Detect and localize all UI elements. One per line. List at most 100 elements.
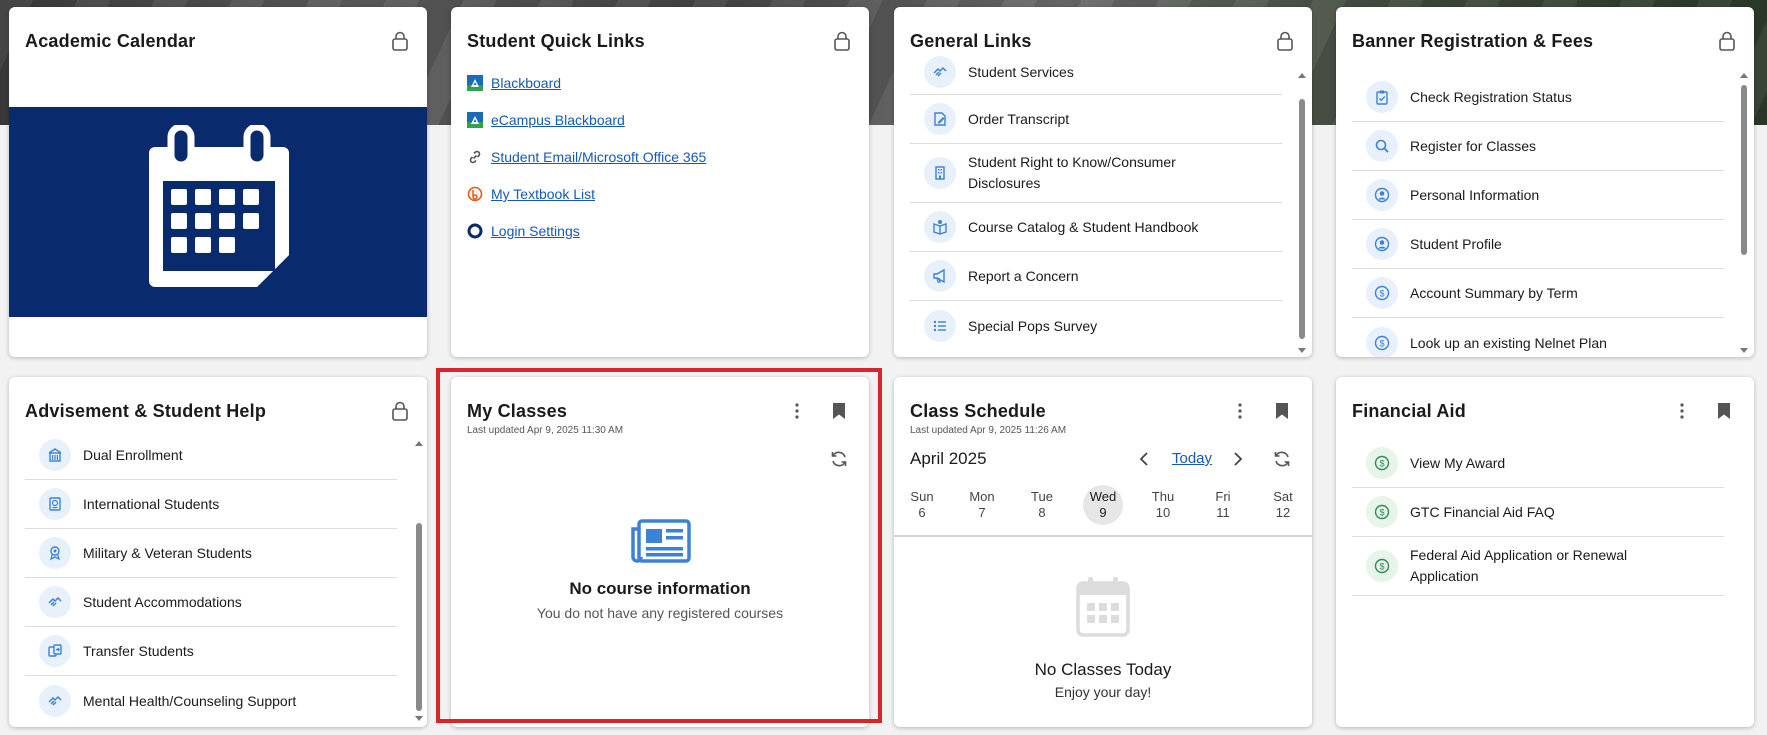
edit-document-icon xyxy=(924,103,956,135)
card-title: Banner Registration & Fees xyxy=(1352,31,1594,51)
calendar-icon xyxy=(149,125,289,287)
dollar-circle-icon: $ xyxy=(1366,326,1398,357)
day-wed[interactable]: Wed 9 xyxy=(1083,489,1123,521)
list-item-right-to-know[interactable]: Student Right to Know/Consumer Disclosure… xyxy=(910,144,1282,203)
refresh-icon xyxy=(831,451,847,467)
scrollbar-thumb[interactable] xyxy=(1299,99,1305,339)
day-thu[interactable]: Thu 10 xyxy=(1143,489,1183,521)
refresh-button[interactable] xyxy=(1272,449,1292,469)
today-link[interactable]: Today xyxy=(1172,450,1212,467)
quick-link-label[interactable]: My Textbook List xyxy=(491,186,595,202)
bookmark-button[interactable] xyxy=(1714,401,1734,421)
bookmark-icon xyxy=(833,403,845,419)
list-item-label: Report a Concern xyxy=(968,268,1079,284)
list-item-student-services[interactable]: Student Services xyxy=(910,49,1282,95)
lock-icon xyxy=(392,31,408,51)
list-item-check-registration[interactable]: Check Registration Status xyxy=(1352,73,1724,122)
school-icon xyxy=(39,439,71,471)
list-item-federal-aid-application[interactable]: $ Federal Aid Application or Renewal Appl… xyxy=(1352,537,1724,596)
list-item-account-summary[interactable]: $ Account Summary by Term xyxy=(1352,269,1724,318)
list-item-label: Account Summary by Term xyxy=(1410,285,1578,301)
empty-state-text: Enjoy your day! xyxy=(1054,684,1152,700)
scrollbar-thumb[interactable] xyxy=(416,523,422,711)
list-item-student-profile[interactable]: Student Profile xyxy=(1352,220,1724,269)
bookmark-button[interactable] xyxy=(1272,401,1292,421)
list-item-nelnet-plan[interactable]: $ Look up an existing Nelnet Plan xyxy=(1352,318,1724,357)
svg-text:$: $ xyxy=(1379,289,1384,299)
list-item-label: Student Right to Know/Consumer Disclosure… xyxy=(968,152,1176,194)
scrollbar-thumb[interactable] xyxy=(1741,85,1747,255)
list-item-label: International Students xyxy=(83,496,220,512)
day-sat[interactable]: Sat 12 xyxy=(1263,489,1303,521)
day-tue[interactable]: Tue 8 xyxy=(1022,489,1062,521)
last-updated: Last updated Apr 9, 2025 11:30 AM xyxy=(467,425,624,436)
scroll-down-icon[interactable] xyxy=(1297,347,1307,355)
quick-link-login-settings[interactable]: Login Settings xyxy=(467,223,580,239)
quick-link-student-email[interactable]: Student Email/Microsoft Office 365 xyxy=(467,149,706,165)
book-icon xyxy=(924,211,956,243)
quick-link-label[interactable]: eCampus Blackboard xyxy=(491,112,625,128)
list-item-order-transcript[interactable]: Order Transcript xyxy=(910,95,1282,144)
more-options-button[interactable] xyxy=(1230,401,1250,421)
day-name: Tue xyxy=(1031,489,1053,504)
scroll-up-icon[interactable] xyxy=(414,439,424,447)
list-item-label: Dual Enrollment xyxy=(83,447,183,463)
scrollbar[interactable] xyxy=(414,439,424,723)
list-item-label: View My Award xyxy=(1410,455,1506,471)
day-sun[interactable]: Sun 6 xyxy=(902,489,942,521)
scroll-down-icon[interactable] xyxy=(414,715,424,723)
list-item-mental-health[interactable]: Mental Health/Counseling Support xyxy=(25,676,397,725)
list-item-register-classes[interactable]: Register for Classes xyxy=(1352,122,1724,171)
list-item-label: Special Pops Survey xyxy=(968,317,1098,334)
day-fri[interactable]: Fri 11 xyxy=(1203,489,1243,521)
dollar-circle-icon: $ xyxy=(1366,447,1398,479)
lock-icon xyxy=(1277,31,1293,51)
list-item-course-catalog[interactable]: Course Catalog & Student Handbook xyxy=(910,203,1282,252)
quick-link-label[interactable]: Login Settings xyxy=(491,223,580,239)
list-item-special-pops-survey[interactable]: Special Pops Survey xyxy=(910,301,1282,350)
day-mon[interactable]: Mon 7 xyxy=(962,489,1002,521)
textbook-icon xyxy=(467,186,483,202)
quick-link-label[interactable]: Blackboard xyxy=(491,75,561,91)
week-days-row: Sun 6 Mon 7 Tue 8 Wed 9 Thu 10 Fri 11 Sat 12 xyxy=(894,485,1312,527)
scrollbar[interactable] xyxy=(1297,71,1307,355)
refresh-icon xyxy=(1274,451,1290,467)
more-options-button[interactable] xyxy=(787,401,807,421)
more-options-button[interactable] xyxy=(1672,401,1692,421)
card-title: Financial Aid xyxy=(1352,401,1466,421)
quick-link-textbook-list[interactable]: My Textbook List xyxy=(467,186,595,202)
chevron-right-icon xyxy=(1234,452,1243,466)
quick-link-ecampus-blackboard[interactable]: eCampus Blackboard xyxy=(467,112,625,128)
quick-link-label[interactable]: Student Email/Microsoft Office 365 xyxy=(491,149,706,165)
scroll-down-icon[interactable] xyxy=(1739,347,1749,355)
kebab-menu-icon xyxy=(795,403,799,419)
list-item-personal-information[interactable]: Personal Information xyxy=(1352,171,1724,220)
banner-registration-card: Banner Registration & Fees Check Registr… xyxy=(1336,7,1754,357)
next-week-button[interactable] xyxy=(1228,449,1248,469)
list-item-label: Student Services xyxy=(968,63,1074,80)
search-icon xyxy=(1366,130,1398,162)
academic-calendar-card[interactable]: Academic Calendar xyxy=(9,7,427,357)
previous-week-button[interactable] xyxy=(1134,449,1154,469)
refresh-button[interactable] xyxy=(829,449,849,469)
bookmark-button[interactable] xyxy=(829,401,849,421)
scrollbar[interactable] xyxy=(1739,71,1749,355)
scroll-up-icon[interactable] xyxy=(1739,71,1749,79)
quick-link-blackboard[interactable]: Blackboard xyxy=(467,75,561,91)
list-item-military-veteran[interactable]: Military & Veteran Students xyxy=(25,529,397,578)
empty-state-text: You do not have any registered courses xyxy=(536,605,784,621)
calendar-illustration[interactable] xyxy=(9,107,427,317)
list-item-view-my-award[interactable]: $ View My Award xyxy=(1352,439,1724,488)
list-item-dual-enrollment[interactable]: Dual Enrollment xyxy=(25,431,397,480)
list-item-international-students[interactable]: International Students xyxy=(25,480,397,529)
list-icon xyxy=(924,309,956,342)
kebab-menu-icon xyxy=(1238,403,1242,419)
scroll-up-icon[interactable] xyxy=(1297,71,1307,79)
list-item-transfer-students[interactable]: Transfer Students xyxy=(25,627,397,676)
list-item-report-concern[interactable]: Report a Concern xyxy=(910,252,1282,301)
list-item-financial-aid-faq[interactable]: $ GTC Financial Aid FAQ xyxy=(1352,488,1724,537)
list-item-student-accommodations[interactable]: Student Accommodations xyxy=(25,578,397,627)
list-item-label: Military & Veteran Students xyxy=(83,545,252,561)
empty-state-title: No Classes Today xyxy=(1034,660,1172,679)
passport-icon xyxy=(39,488,71,520)
